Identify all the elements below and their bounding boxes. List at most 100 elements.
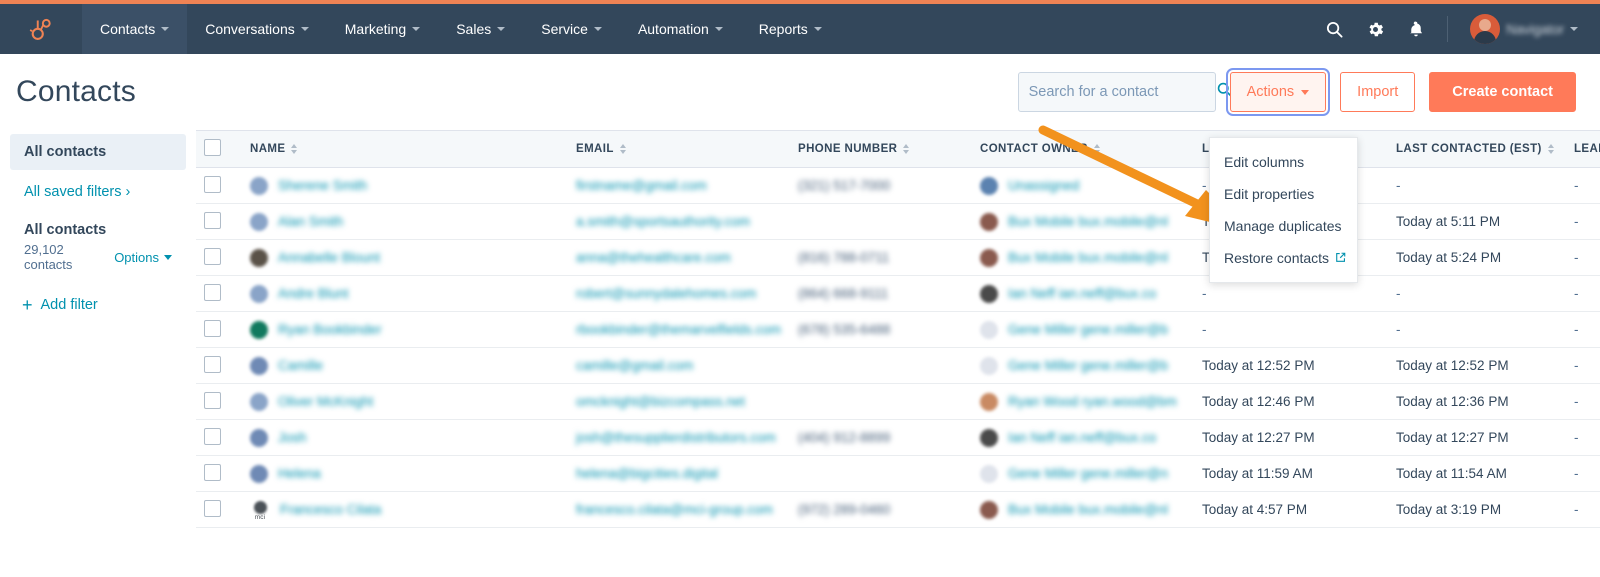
cell-email[interactable]: helena@bigcities.digital (568, 456, 790, 492)
row-checkbox[interactable] (204, 392, 221, 409)
filter-options-button[interactable]: Options (114, 250, 172, 265)
cell-name[interactable]: Andre Blunt (242, 276, 568, 312)
nav-item-service[interactable]: Service (523, 4, 620, 54)
add-filter-button[interactable]: + Add filter (0, 272, 196, 314)
sort-icon[interactable] (1094, 144, 1100, 154)
contact-name-link[interactable]: Annabelle Blount (278, 250, 380, 265)
sort-icon[interactable] (620, 144, 626, 154)
menu-item-edit-columns[interactable]: Edit columns (1210, 146, 1357, 178)
menu-item-edit-properties[interactable]: Edit properties (1210, 178, 1357, 210)
contact-name-link[interactable]: Helena (278, 466, 321, 481)
column-header-contact-owner[interactable]: CONTACT OWNER (972, 131, 1194, 168)
actions-button[interactable]: Actions (1230, 72, 1327, 112)
nav-item-marketing[interactable]: Marketing (327, 4, 438, 54)
contact-email-link[interactable]: helena@bigcities.digital (576, 466, 718, 481)
row-checkbox[interactable] (204, 464, 221, 481)
contact-owner-link[interactable]: Ian Neff ian.neff@bux.co (1008, 286, 1156, 301)
table-row[interactable]: Alan Smith a.smith@sportsauthority.com Bux… (196, 204, 1600, 240)
cell-name[interactable]: Camille (242, 348, 568, 384)
cell-name[interactable]: Josh (242, 420, 568, 456)
cell-email[interactable]: josh@thesupplierdistributors.com (568, 420, 790, 456)
cell-contact-owner[interactable]: Gene Miller gene.miller@n (972, 456, 1194, 492)
bell-icon[interactable] (1407, 20, 1425, 39)
contact-email-link[interactable]: francesco.cilata@mci-group.com (576, 502, 773, 517)
row-checkbox[interactable] (204, 428, 221, 445)
contact-email-link[interactable]: josh@thesupplierdistributors.com (576, 430, 776, 445)
cell-name[interactable]: Helena (242, 456, 568, 492)
cell-email[interactable]: anna@thehealthcare.com (568, 240, 790, 276)
contact-email-link[interactable]: omcknight@bizcompass.net (576, 394, 745, 409)
contact-owner-link[interactable]: Unassigned (1008, 178, 1079, 193)
nav-item-reports[interactable]: Reports (741, 4, 840, 54)
cell-contact-owner[interactable]: Gene Miller gene.miller@b (972, 348, 1194, 384)
contact-name-link[interactable]: Camille (278, 358, 323, 373)
contact-email-link[interactable]: rbookbinder@themarvelfields.com (576, 322, 781, 337)
cell-name[interactable]: Ryan Bookbinder (242, 312, 568, 348)
cell-email[interactable]: firstname@gmail.com (568, 168, 790, 204)
import-button[interactable]: Import (1340, 72, 1415, 112)
table-row[interactable]: Oliver McKnight omcknight@bizcompass.net R… (196, 384, 1600, 420)
contact-email-link[interactable]: anna@thehealthcare.com (576, 250, 731, 265)
row-checkbox[interactable] (204, 248, 221, 265)
contact-owner-link[interactable]: Gene Miller gene.miller@b (1008, 322, 1168, 337)
account-menu[interactable]: Navigator (1470, 14, 1578, 44)
cell-contact-owner[interactable]: Bux Mobile bux.mobile@nl (972, 492, 1194, 528)
create-contact-button[interactable]: Create contact (1429, 72, 1576, 112)
row-checkbox[interactable] (204, 212, 221, 229)
table-row[interactable]: mciFrancesco Cilata francesco.cilata@mci-… (196, 492, 1600, 528)
contact-email-link[interactable]: firstname@gmail.com (576, 178, 707, 193)
select-all-checkbox[interactable] (204, 139, 221, 156)
contact-owner-link[interactable]: Bux Mobile bux.mobile@nl (1008, 502, 1168, 517)
row-checkbox[interactable] (204, 320, 221, 337)
cell-name[interactable]: Alan Smith (242, 204, 568, 240)
column-header-last-contacted[interactable]: LAST CONTACTED (EST) (1388, 131, 1566, 168)
nav-item-contacts[interactable]: Contacts (82, 4, 187, 54)
cell-name[interactable]: Annabelle Blount (242, 240, 568, 276)
search-contact-box[interactable] (1018, 72, 1216, 112)
table-row[interactable]: Helena helena@bigcities.digital Gene Mille… (196, 456, 1600, 492)
cell-name[interactable]: Oliver McKnight (242, 384, 568, 420)
contact-owner-link[interactable]: Bux Mobile bux.mobile@nl (1008, 250, 1168, 265)
cell-email[interactable]: omcknight@bizcompass.net (568, 384, 790, 420)
contact-name-link[interactable]: Oliver McKnight (278, 394, 373, 409)
cell-contact-owner[interactable]: Bux Mobile bux.mobile@nl (972, 240, 1194, 276)
table-row[interactable]: Andre Bluntrobert@sunnydalehomes.com(864… (196, 276, 1600, 312)
contact-owner-link[interactable]: Ryan Wood ryan.wood@bm (1008, 394, 1177, 409)
contact-name-link[interactable]: Francesco Cilata (280, 502, 381, 517)
row-checkbox[interactable] (204, 500, 221, 517)
row-checkbox[interactable] (204, 176, 221, 193)
contact-name-link[interactable]: Sherene Smith (278, 178, 367, 193)
row-checkbox[interactable] (204, 356, 221, 373)
contact-email-link[interactable]: a.smith@sportsauthority.com (576, 214, 750, 229)
cell-contact-owner[interactable]: Gene Miller gene.miller@b (972, 312, 1194, 348)
cell-contact-owner[interactable]: Ryan Wood ryan.wood@bm (972, 384, 1194, 420)
cell-contact-owner[interactable]: Unassigned (972, 168, 1194, 204)
contact-name-link[interactable]: Alan Smith (278, 214, 343, 229)
cell-contact-owner[interactable]: Ian Neff ian.neff@bux.co (972, 276, 1194, 312)
gear-icon[interactable] (1366, 20, 1385, 39)
cell-name[interactable]: Sherene Smith (242, 168, 568, 204)
nav-item-conversations[interactable]: Conversations (187, 4, 327, 54)
nav-item-sales[interactable]: Sales (438, 4, 523, 54)
row-checkbox[interactable] (204, 284, 221, 301)
column-header-email[interactable]: EMAIL (568, 131, 790, 168)
contact-owner-link[interactable]: Ian Neff ian.neff@bux.co (1008, 430, 1156, 445)
column-header-name[interactable]: NAME (242, 131, 568, 168)
all-saved-filters-link[interactable]: All saved filters › (0, 170, 196, 200)
search-icon[interactable] (1325, 20, 1344, 39)
sort-icon[interactable] (1548, 144, 1554, 154)
menu-item-manage-duplicates[interactable]: Manage duplicates (1210, 210, 1357, 242)
nav-item-automation[interactable]: Automation (620, 4, 741, 54)
contact-name-link[interactable]: Andre Blunt (278, 286, 349, 301)
cell-name[interactable]: mciFrancesco Cilata (242, 492, 568, 528)
cell-contact-owner[interactable]: Bux Mobile bux.mobile@nl (972, 204, 1194, 240)
contact-owner-link[interactable]: Gene Miller gene.miller@b (1008, 358, 1168, 373)
sort-icon[interactable] (903, 144, 909, 154)
contact-email-link[interactable]: robert@sunnydalehomes.com (576, 286, 756, 301)
sidebar-item-all-contacts[interactable]: All contacts (10, 134, 186, 170)
search-input[interactable] (1029, 84, 1216, 100)
contact-name-link[interactable]: Josh (278, 430, 307, 445)
table-row[interactable]: Camillecamille@gmail.comGene Miller gene… (196, 348, 1600, 384)
cell-contact-owner[interactable]: Ian Neff ian.neff@bux.co (972, 420, 1194, 456)
contact-name-link[interactable]: Ryan Bookbinder (278, 322, 382, 337)
